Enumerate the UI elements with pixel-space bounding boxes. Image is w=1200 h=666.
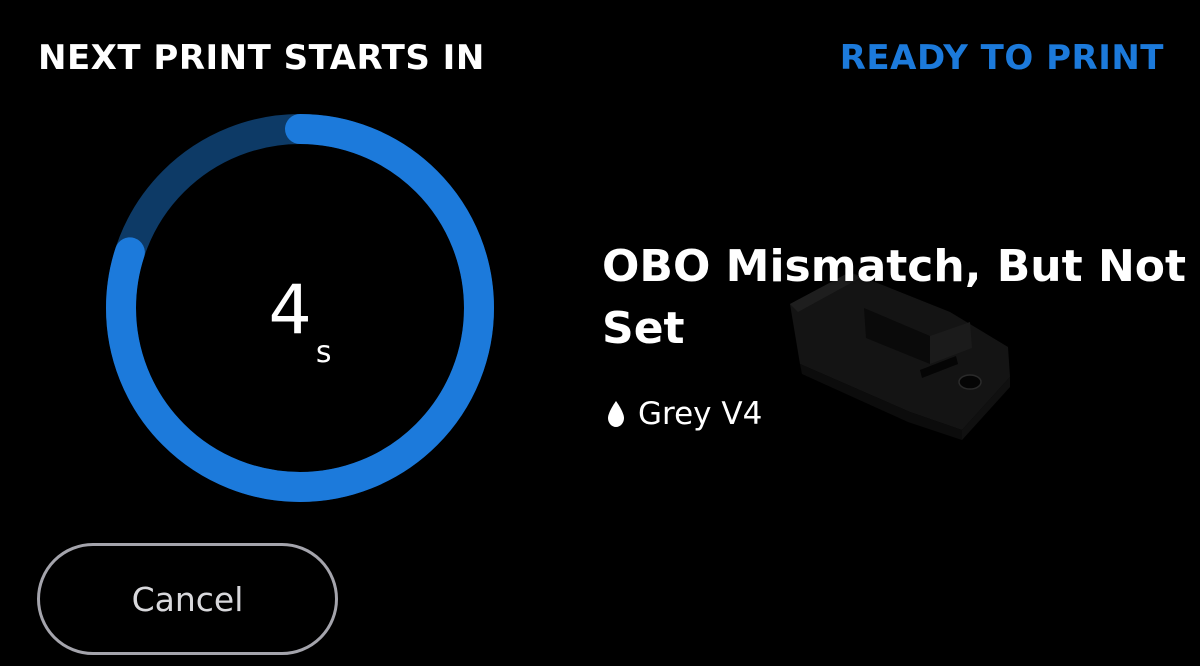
- cancel-button[interactable]: Cancel: [37, 543, 338, 655]
- cancel-button-label: Cancel: [131, 579, 244, 619]
- printer-status-label: READY TO PRINT: [839, 38, 1164, 78]
- job-title: OBO Mismatch, But Not Set: [602, 241, 1187, 354]
- countdown-unit: s: [315, 335, 332, 370]
- countdown-seconds: 4: [268, 271, 312, 350]
- material-name: Grey V4: [638, 396, 763, 432]
- countdown-ring: 4s: [104, 112, 496, 504]
- countdown-heading: NEXT PRINT STARTS IN: [38, 38, 485, 78]
- resin-drop-icon: [608, 401, 624, 427]
- material-info: Grey V4: [606, 392, 762, 436]
- countdown-value: 4s: [104, 112, 496, 504]
